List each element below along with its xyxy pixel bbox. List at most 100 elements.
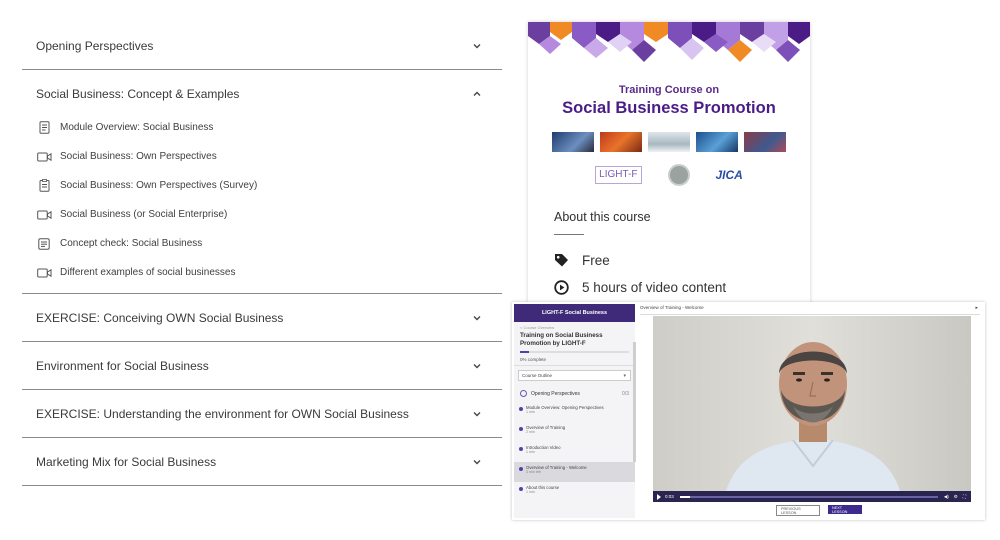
lesson-item[interactable]: Social Business (or Social Enterprise) — [22, 200, 502, 229]
settings-icon[interactable]: ⚙ — [954, 494, 958, 500]
government-seal-logo — [667, 164, 690, 186]
section-exercise-environment: EXERCISE: Understanding the environment … — [22, 390, 502, 438]
outline-dropdown[interactable]: Course Outline — [518, 370, 631, 381]
section-header[interactable]: Marketing Mix for Social Business — [22, 438, 502, 485]
thumbnail-image — [552, 132, 594, 152]
video-icon — [36, 266, 52, 280]
section-marketing-mix: Marketing Mix for Social Business — [22, 438, 502, 486]
lesson-list: Module Overview: Social Business Social … — [22, 113, 502, 293]
video-seek-bar[interactable] — [679, 495, 938, 498]
jica-logo: JICA — [715, 168, 743, 182]
lesson-dot-icon — [519, 427, 523, 431]
previous-lesson-button[interactable]: PREVIOUS LESSON — [776, 505, 820, 516]
course-title: Social Business Promotion — [562, 99, 776, 117]
section-title: EXERCISE: Understanding the environment … — [36, 406, 409, 421]
video-controls: 0:03 ◀) ⚙ ⛶ — [653, 491, 971, 502]
thumbnail-image — [600, 132, 642, 152]
light-f-logo: LIGHT-F — [595, 166, 642, 184]
module-title: Opening Perspectives — [531, 390, 580, 397]
section-title: Social Business: Concept & Examples — [36, 86, 240, 101]
lesson-dot-icon — [519, 487, 523, 491]
lesson-item[interactable]: Social Business: Own Perspectives — [22, 142, 502, 171]
partner-logos: LIGHT-F JICA — [528, 164, 810, 186]
document-icon — [36, 121, 52, 135]
lesson-label: Social Business (or Social Enterprise) — [60, 209, 228, 220]
banner-cubes-image — [528, 22, 810, 70]
section-title: Opening Perspectives — [36, 38, 154, 53]
thumbnail-image — [648, 132, 690, 152]
progress-bar — [520, 351, 629, 353]
chevron-down-icon — [472, 41, 482, 51]
progress-ring-icon — [520, 390, 527, 397]
chevron-down-icon — [472, 313, 482, 323]
video-title-bar: Overview of Training - Welcome ▸ — [640, 305, 980, 315]
video-time: 0:03 — [665, 494, 674, 499]
curriculum-accordion: Opening Perspectives Social Business: Co… — [22, 22, 502, 486]
about-heading: About this course — [554, 210, 651, 224]
presenter-video-image — [653, 316, 971, 502]
section-header[interactable]: Environment for Social Business — [22, 342, 502, 389]
module-header[interactable]: Opening Perspectives 0/3 — [514, 385, 635, 402]
feature-free: Free — [554, 253, 810, 268]
progress-fill — [520, 351, 529, 353]
lesson-item[interactable]: Module Overview: Social Business — [22, 113, 502, 142]
lesson-dot-icon — [519, 407, 523, 411]
chevron-up-icon — [472, 89, 482, 99]
feature-label: Free — [582, 253, 610, 268]
section-header[interactable]: EXERCISE: Conceiving OWN Social Business — [22, 294, 502, 341]
lesson-nav: PREVIOUS LESSON NEXT LESSON — [776, 505, 862, 516]
course-subtitle: Training Course on — [618, 84, 720, 96]
section-header[interactable]: EXERCISE: Understanding the environment … — [22, 390, 502, 437]
sidebar-header: LIGHT-F Social Business — [514, 304, 635, 322]
breadcrumb[interactable]: < Course Overview — [514, 322, 635, 330]
section-header[interactable]: Opening Perspectives — [22, 22, 502, 69]
volume-icon[interactable]: ◀) — [944, 494, 949, 500]
lesson-label: Concept check: Social Business — [60, 238, 203, 249]
lesson-item[interactable]: Different examples of social businesses — [22, 258, 502, 287]
lesson-item[interactable]: Overview of Training 2 min — [514, 422, 635, 442]
module-meta: 0/3 — [622, 390, 629, 397]
chevron-down-icon — [472, 409, 482, 419]
tag-icon — [554, 253, 572, 268]
lesson-dot-icon — [519, 467, 523, 471]
quiz-icon — [36, 237, 52, 251]
lesson-meta: 1 min — [526, 410, 535, 414]
expand-icon[interactable]: ▸ — [975, 305, 978, 311]
lesson-item[interactable]: Social Business: Own Perspectives (Surve… — [22, 171, 502, 200]
fullscreen-icon[interactable]: ⛶ — [963, 494, 966, 499]
play-circle-icon — [554, 280, 572, 295]
feature-label: 5 hours of video content — [582, 280, 727, 295]
video-icon — [36, 150, 52, 164]
course-player-screenshot: LIGHT-F Social Business < Course Overvie… — [512, 302, 985, 520]
section-header[interactable]: Social Business: Concept & Examples — [22, 70, 502, 117]
section-social-business-concept: Social Business: Concept & Examples Modu… — [22, 70, 502, 294]
lesson-item-active[interactable]: Overview of Training - Welcome 3 min lef… — [514, 462, 635, 482]
chevron-down-icon — [472, 457, 482, 467]
course-sidebar: LIGHT-F Social Business < Course Overvie… — [514, 304, 635, 518]
lesson-meta: 3 min left — [526, 470, 541, 474]
lesson-label: Social Business: Own Perspectives — [60, 151, 217, 162]
section-title: EXERCISE: Conceiving OWN Social Business — [36, 310, 284, 325]
course-card: Training Course on Social Business Promo… — [528, 22, 810, 312]
thumbnail-image — [744, 132, 786, 152]
sidebar-scrollbar[interactable] — [633, 342, 636, 462]
section-exercise-conceiving: EXERCISE: Conceiving OWN Social Business — [22, 294, 502, 342]
progress-text: 0% complete — [514, 356, 635, 366]
lesson-item[interactable]: About this course 1 min — [514, 482, 635, 502]
thumbnail-strip — [528, 132, 810, 152]
feature-video-hours: 5 hours of video content — [554, 280, 810, 295]
play-icon[interactable] — [657, 493, 661, 500]
lesson-label: Social Business: Own Perspectives (Surve… — [60, 180, 258, 191]
lesson-dot-icon — [519, 447, 523, 451]
lesson-label: Different examples of social businesses — [60, 267, 236, 278]
lesson-meta: 2 min — [526, 430, 535, 434]
lesson-item[interactable]: Introduction Video 1 min — [514, 442, 635, 462]
section-environment: Environment for Social Business — [22, 342, 502, 390]
lesson-item[interactable]: Module Overview: Opening Perspectives 1 … — [514, 402, 635, 422]
video-title: Overview of Training - Welcome — [640, 305, 704, 310]
course-title: Training on Social Business Promotion by… — [520, 332, 603, 347]
lesson-item[interactable]: Concept check: Social Business — [22, 229, 502, 258]
video-icon — [36, 208, 52, 222]
video-frame[interactable]: 0:03 ◀) ⚙ ⛶ — [653, 316, 971, 502]
next-lesson-button[interactable]: NEXT LESSON — [828, 505, 862, 514]
